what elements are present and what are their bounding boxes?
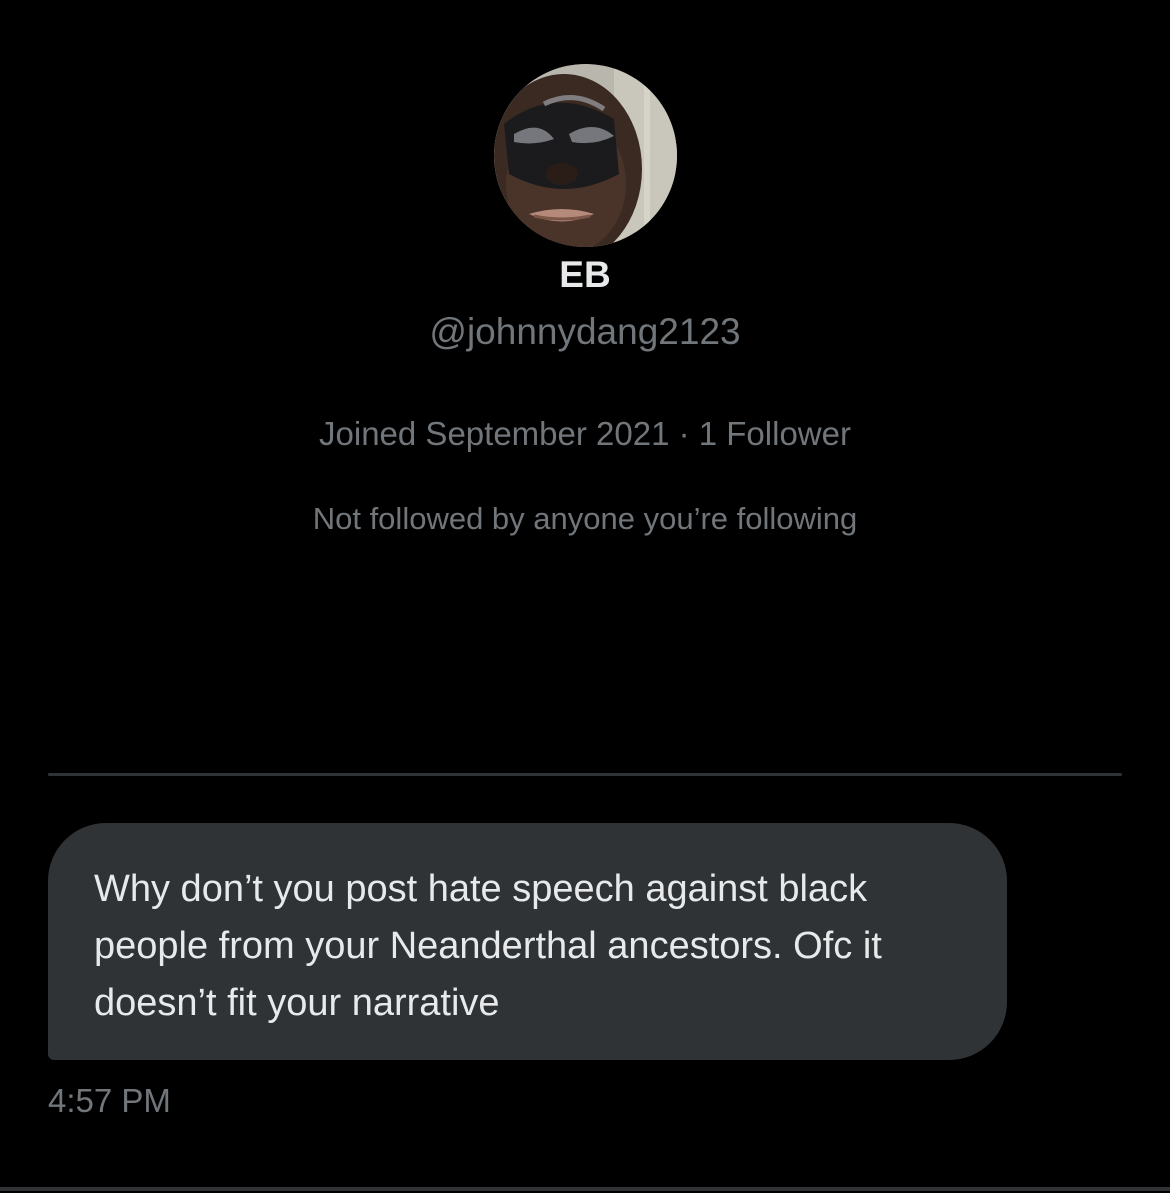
profile-card[interactable]: EB @johnnydang2123 Joined September 2021…: [0, 0, 1170, 778]
joined-and-followers: Joined September 2021 · 1 Follower: [319, 415, 851, 452]
avatar[interactable]: [494, 64, 677, 247]
message-bubble[interactable]: Why don’t you post hate speech against b…: [48, 823, 1007, 1060]
bottom-divider: [0, 1187, 1170, 1191]
user-handle[interactable]: @johnnydang2123: [0, 309, 1170, 355]
message-timestamp: 4:57 PM: [48, 1082, 171, 1119]
mutual-followers-note: Not followed by anyone you’re following: [312, 501, 858, 536]
section-divider: [48, 773, 1122, 776]
message-text: Why don’t you post hate speech against b…: [94, 868, 882, 1024]
display-name[interactable]: EB: [0, 252, 1170, 298]
avatar-photo: [494, 64, 677, 247]
